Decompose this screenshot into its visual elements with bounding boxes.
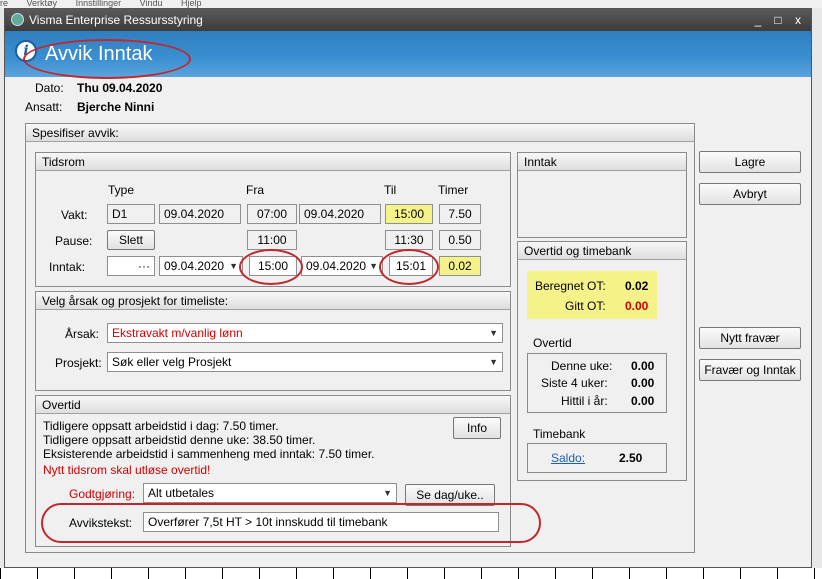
timebank-box xyxy=(527,443,667,473)
arsak-value: Ekstravakt m/vanlig lønn xyxy=(112,326,243,340)
inntak-date-to-picker[interactable]: 09.04.2020 ▼ xyxy=(301,256,383,276)
denne-uke-value: 0.00 xyxy=(631,359,655,373)
pause-time-to: 11:30 xyxy=(385,230,433,250)
employee-value: Bjerche Ninni xyxy=(77,100,155,114)
beregnet-ot-value: 0.02 xyxy=(625,279,649,293)
inntak-time-from[interactable]: 15:00 xyxy=(249,256,297,276)
bg-menu-item: re xyxy=(0,0,9,8)
overtid-timebank-header: Overtid og timebank xyxy=(518,242,686,260)
inntak-time-to[interactable]: 15:01 xyxy=(389,256,433,276)
chevron-down-icon: ▼ xyxy=(383,488,392,498)
column-fra: Fra xyxy=(246,183,264,197)
ot-overtid-title: Overtid xyxy=(533,336,572,350)
godtgjoring-value: Alt utbetales xyxy=(148,486,215,500)
background-app-grid xyxy=(0,568,822,579)
inntak-date-to-value: 09.04.2020 xyxy=(306,259,367,273)
bg-menu-item: Innstillinger xyxy=(75,0,122,8)
denne-uke-label: Denne uke: xyxy=(551,359,613,373)
bg-menu-item: Verktøy xyxy=(26,0,58,8)
chevron-down-icon: ▼ xyxy=(369,261,378,271)
close-button[interactable]: x xyxy=(789,11,807,29)
inntak-panel-header: Inntak xyxy=(518,153,686,171)
spesifiser-avvik-header: Spesifiser avvik: xyxy=(26,124,694,142)
hittil-i-ar-value: 0.00 xyxy=(631,394,655,408)
pause-time-from: 11:00 xyxy=(247,230,297,250)
pause-hours: 0.50 xyxy=(439,230,481,250)
godtgjoring-label: Godtgjøring: xyxy=(69,487,136,501)
nytt-fravaer-button[interactable]: Nytt fravær xyxy=(699,327,801,349)
dialog-header: i Avvik Inntak xyxy=(5,31,811,77)
column-til: Til xyxy=(384,183,397,197)
page-title: Avvik Inntak xyxy=(45,43,153,65)
vakt-hours: 7.50 xyxy=(439,204,481,224)
background-menubar: re Verktøy Innstillinger Vindu Hjelp xyxy=(0,0,822,8)
overtid-line: Tidligere oppsatt arbeidstid i dag: 7.50… xyxy=(43,419,279,433)
overtid-line: Tidligere oppsatt arbeidstid denne uke: … xyxy=(43,433,316,447)
siste-4-uker-label: Siste 4 uker: xyxy=(541,376,608,390)
prosjekt-value: Søk eller velg Prosjekt xyxy=(112,355,232,369)
tidsrom-header: Tidsrom xyxy=(36,153,510,171)
arsak-label: Årsak: xyxy=(65,327,100,341)
arsak-header: Velg årsak og prosjekt for timeliste: xyxy=(36,292,510,310)
title-bar[interactable]: Visma Enterprise Ressursstyring _ □ x xyxy=(5,9,811,31)
bg-menu-item: Vindu xyxy=(139,0,163,8)
prosjekt-select[interactable]: Søk eller velg Prosjekt ▼ xyxy=(107,352,503,372)
chevron-down-icon: ▼ xyxy=(489,328,498,338)
saldo-link[interactable]: Saldo: xyxy=(551,451,585,465)
app-icon xyxy=(11,13,24,26)
arsak-select[interactable]: Ekstravakt m/vanlig lønn ▼ xyxy=(107,323,503,343)
date-value: Thu 09.04.2020 xyxy=(77,81,163,95)
bg-menu-item: Hjelp xyxy=(180,0,202,8)
gitt-ot-label: Gitt OT: xyxy=(565,299,606,313)
vakt-time-from: 07:00 xyxy=(247,204,297,224)
avvikstekst-input[interactable]: Overfører 7,5t HT > 10t innskudd til tim… xyxy=(143,512,499,532)
se-dag-uke-button[interactable]: Se dag/uke.. xyxy=(405,484,495,506)
prosjekt-label: Prosjekt: xyxy=(55,356,102,370)
info-icon: i xyxy=(15,40,37,62)
avvikstekst-label: Avvikstekst: xyxy=(69,516,133,530)
vakt-type-field: D1 xyxy=(107,204,155,224)
chevron-down-icon: ▼ xyxy=(489,357,498,367)
maximize-button[interactable]: □ xyxy=(769,11,787,29)
overtid-header: Overtid xyxy=(36,396,510,414)
date-label: Dato: xyxy=(35,81,64,95)
inntak-hours: 0.02 xyxy=(439,256,481,276)
vakt-time-to: 15:00 xyxy=(385,204,433,224)
column-type: Type xyxy=(108,183,135,197)
inntak-date-from-value: 09.04.2020 xyxy=(164,259,225,273)
hittil-i-ar-label: Hittil i år: xyxy=(561,394,608,408)
siste-4-uker-value: 0.00 xyxy=(631,376,655,390)
gitt-ot-value: 0.00 xyxy=(625,299,649,313)
pause-label: Pause: xyxy=(55,234,93,248)
vakt-label: Vakt: xyxy=(61,208,88,222)
avbryt-button[interactable]: Avbryt xyxy=(699,183,801,205)
column-timer: Timer xyxy=(438,183,469,197)
vakt-date-to: 09.04.2020 xyxy=(299,204,381,224)
overtid-line: Eksisterende arbeidstid i sammenheng med… xyxy=(43,447,375,461)
minimize-button[interactable]: _ xyxy=(749,11,767,29)
chevron-down-icon: ▼ xyxy=(229,261,238,271)
slett-button[interactable]: Slett xyxy=(107,230,155,250)
inntak-panel: Inntak xyxy=(517,152,687,238)
inntak-label: Inntak: xyxy=(49,260,86,274)
godtgjoring-select[interactable]: Alt utbetales ▼ xyxy=(143,483,397,503)
employee-label: Ansatt: xyxy=(25,100,63,114)
lagre-button[interactable]: Lagre xyxy=(699,151,801,173)
saldo-value: 2.50 xyxy=(619,451,643,465)
beregnet-ot-label: Beregnet OT: xyxy=(535,279,606,293)
fravaer-og-inntak-button[interactable]: Fravær og Inntak xyxy=(699,359,801,381)
timebank-title: Timebank xyxy=(533,427,586,441)
dialog-window: Visma Enterprise Ressursstyring _ □ x i … xyxy=(4,8,812,568)
inntak-type-lookup[interactable]: ··· xyxy=(107,256,155,276)
window-title: Visma Enterprise Ressursstyring xyxy=(29,13,203,27)
background-app-right xyxy=(812,8,822,579)
overtid-warning: Nytt tidsrom skal utløse overtid! xyxy=(43,463,211,477)
inntak-date-from-picker[interactable]: 09.04.2020 ▼ xyxy=(159,256,243,276)
vakt-date-from: 09.04.2020 xyxy=(159,204,241,224)
info-button[interactable]: Info xyxy=(453,417,501,439)
